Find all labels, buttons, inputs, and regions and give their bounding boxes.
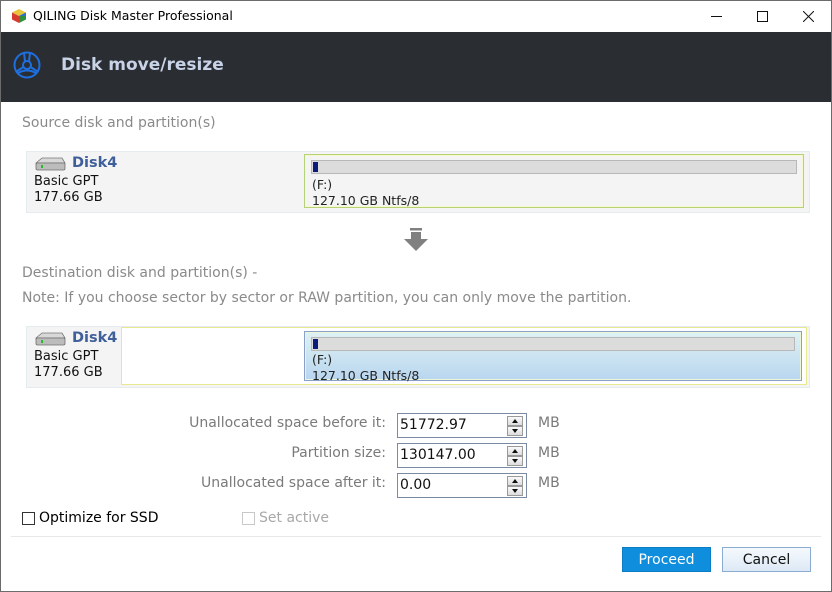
- spin-up-button[interactable]: [507, 476, 523, 486]
- triangle-up-icon: [512, 419, 518, 423]
- destination-note: Note: If you choose sector by sector or …: [22, 290, 632, 306]
- partition-detail: 127.10 GB Ntfs/8: [312, 368, 420, 383]
- optimize-ssd-checkbox[interactable]: Optimize for SSD: [22, 510, 158, 526]
- usage-bar-fill: [313, 339, 318, 349]
- triangle-up-icon: [512, 479, 518, 483]
- maximize-icon: [756, 11, 768, 22]
- disk-size: 177.66 GB: [34, 190, 103, 205]
- minimize-button[interactable]: [693, 1, 739, 32]
- footer-divider: [11, 536, 821, 537]
- disk-size: 177.66 GB: [34, 365, 103, 380]
- close-icon: [802, 11, 814, 22]
- unallocated-before-label: Unallocated space before it:: [189, 415, 386, 431]
- spin-down-button[interactable]: [507, 486, 523, 496]
- dialog-window: QILING Disk Master Professional Disk mov…: [0, 0, 832, 592]
- usage-bar-fill: [313, 162, 318, 172]
- disk-type: Basic GPT: [34, 174, 99, 189]
- destination-disk-panel: Disk4 Basic GPT 177.66 GB (F:) 127.10 GB…: [26, 326, 810, 388]
- destination-disk-info[interactable]: Disk4 Basic GPT 177.66 GB: [27, 327, 123, 385]
- source-disk-info[interactable]: Disk4 Basic GPT 177.66 GB: [27, 152, 123, 210]
- destination-partition[interactable]: (F:) 127.10 GB Ntfs/8: [304, 331, 802, 383]
- unallocated-after-spinbox[interactable]: [397, 473, 527, 498]
- spin-down-button[interactable]: [507, 426, 523, 436]
- spin-up-button[interactable]: [507, 446, 523, 456]
- hard-disk-icon: [34, 332, 66, 346]
- unallocated-after-label: Unallocated space after it:: [201, 475, 386, 491]
- destination-section-label: Destination disk and partition(s) -: [22, 265, 258, 281]
- close-button[interactable]: [785, 1, 831, 32]
- checkbox-box[interactable]: [242, 511, 255, 525]
- partition-letter: (F:): [312, 177, 333, 192]
- dialog-header: Disk move/resize: [1, 32, 831, 102]
- unit-label: MB: [538, 415, 560, 431]
- triangle-down-icon: [512, 459, 518, 463]
- unallocated-before-input[interactable]: [400, 415, 500, 435]
- app-logo-icon: [12, 9, 26, 23]
- unit-label: MB: [538, 475, 560, 491]
- arrow-down-icon: [404, 228, 428, 251]
- triangle-down-icon: [512, 489, 518, 493]
- usage-bar: [311, 337, 795, 351]
- partition-size-spinbox[interactable]: [397, 443, 527, 468]
- unit-label: MB: [538, 445, 560, 461]
- dialog-title: Disk move/resize: [61, 55, 224, 75]
- source-section-label: Source disk and partition(s): [22, 115, 216, 131]
- destination-disk-layout[interactable]: (F:) 127.10 GB Ntfs/8: [121, 327, 807, 385]
- disk-name: Disk4: [72, 155, 118, 171]
- source-disk-panel: Disk4 Basic GPT 177.66 GB (F:) 127.10 GB…: [26, 151, 810, 213]
- title-bar: QILING Disk Master Professional: [1, 1, 831, 32]
- maximize-button[interactable]: [739, 1, 785, 32]
- partition-size-input[interactable]: [400, 445, 500, 465]
- optimize-ssd-label: Optimize for SSD: [39, 510, 159, 526]
- checkbox-box[interactable]: [22, 511, 35, 525]
- unallocated-before-spinbox[interactable]: [397, 413, 527, 438]
- source-partition[interactable]: (F:) 127.10 GB Ntfs/8: [304, 154, 804, 208]
- cancel-button[interactable]: Cancel: [722, 547, 811, 572]
- set-active-label: Set active: [259, 510, 329, 526]
- triangle-down-icon: [512, 429, 518, 433]
- spin-down-button[interactable]: [507, 456, 523, 466]
- proceed-button[interactable]: Proceed: [622, 547, 711, 572]
- steering-wheel-icon: [13, 51, 41, 79]
- window-title: QILING Disk Master Professional: [33, 8, 233, 23]
- hard-disk-icon: [34, 157, 66, 171]
- partition-detail: 127.10 GB Ntfs/8: [312, 193, 420, 208]
- triangle-up-icon: [512, 449, 518, 453]
- unallocated-after-input[interactable]: [400, 475, 500, 495]
- spin-up-button[interactable]: [507, 416, 523, 426]
- partition-letter: (F:): [312, 352, 333, 367]
- partition-size-label: Partition size:: [291, 445, 386, 461]
- set-active-checkbox[interactable]: Set active: [242, 510, 329, 526]
- usage-bar: [311, 160, 797, 174]
- minimize-icon: [710, 16, 722, 17]
- disk-name: Disk4: [72, 330, 118, 346]
- disk-type: Basic GPT: [34, 349, 99, 364]
